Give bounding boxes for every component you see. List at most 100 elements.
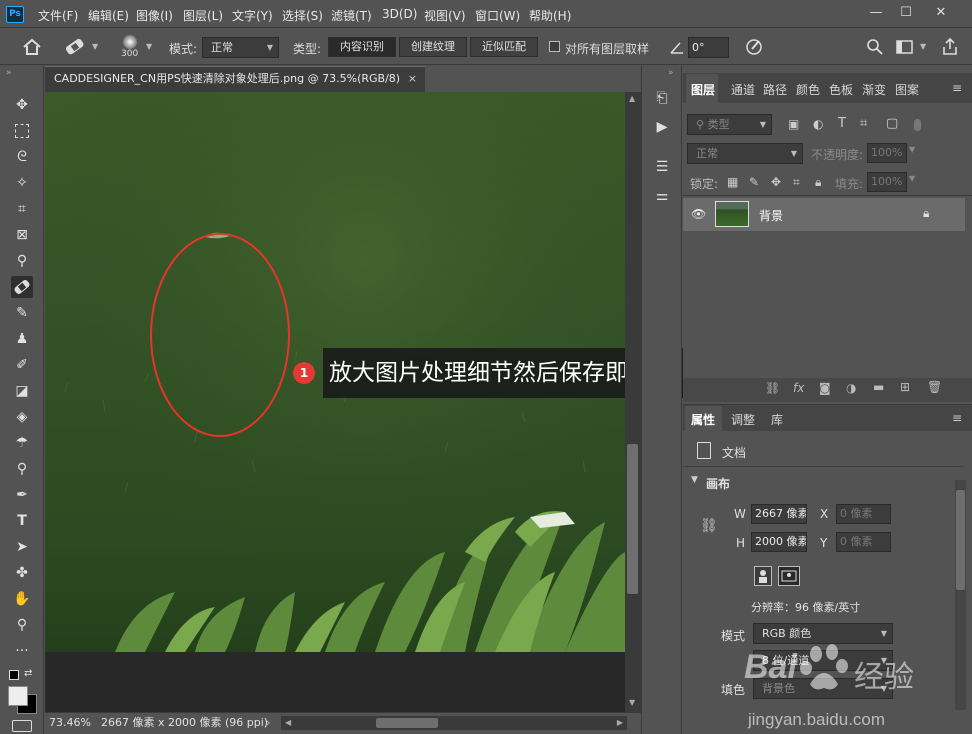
custom-shape-tool-icon[interactable]: ✤	[11, 562, 33, 584]
close-tab-icon[interactable]: ×	[408, 67, 417, 91]
new-group-icon[interactable]: ▬	[873, 380, 884, 394]
search-icon[interactable]	[866, 38, 884, 56]
type-proximity-match-button[interactable]: 近似匹配	[470, 37, 538, 57]
add-mask-icon[interactable]: ◙	[819, 381, 831, 395]
expand-panels-icon[interactable]: »	[668, 68, 674, 78]
panel-menu-icon[interactable]: ≡	[952, 81, 962, 95]
y-input[interactable]: 0 像素	[836, 532, 891, 552]
default-colors-icon[interactable]	[9, 670, 19, 680]
document-tab[interactable]: CADDESIGNER_CN用PS快速清除对象处理后.png @ 73.5%(R…	[45, 66, 425, 92]
new-layer-icon[interactable]: ⊞	[900, 380, 910, 394]
properties-scroll-thumb[interactable]	[956, 490, 965, 590]
lasso-tool-icon[interactable]: ᘓ	[11, 146, 33, 168]
tab-properties[interactable]: 属性	[691, 411, 715, 428]
delete-layer-icon[interactable]: 🗑︎	[927, 380, 942, 394]
menu-file[interactable]: 文件(F)	[38, 7, 78, 24]
filter-type-icon[interactable]: T	[838, 116, 846, 131]
scroll-up-icon[interactable]: ▲	[629, 94, 635, 103]
horizontal-scroll-thumb[interactable]	[376, 718, 438, 728]
link-dimensions-icon[interactable]: ⛓	[700, 518, 718, 534]
eraser-tool-icon[interactable]: ◪	[11, 380, 33, 402]
minimize-button[interactable]: —	[867, 4, 885, 22]
dodge-tool-icon[interactable]: ⚲	[11, 458, 33, 480]
filter-smartobject-icon[interactable]: ▢	[886, 116, 898, 131]
magic-wand-tool-icon[interactable]: ✧	[11, 172, 33, 194]
home-icon[interactable]	[21, 37, 43, 57]
tab-gradients[interactable]: 渐变	[862, 81, 886, 98]
fill-chevron-icon[interactable]: ▼	[909, 174, 915, 183]
lock-transparency-icon[interactable]: ▦	[727, 175, 738, 189]
fill-input[interactable]: 100%	[867, 172, 907, 192]
tab-adjustments[interactable]: 调整	[731, 411, 755, 428]
healing-brush-tool-icon[interactable]	[11, 276, 33, 298]
type-content-aware-button[interactable]: 内容识别	[328, 37, 396, 57]
status-info-arrow-icon[interactable]: ›	[266, 713, 270, 733]
menu-select[interactable]: 选择(S)	[282, 7, 323, 24]
layer-filter-select[interactable]: ⚲ 类型 ▼	[687, 114, 772, 135]
quick-mask-icon[interactable]	[12, 720, 32, 732]
vertical-scroll-thumb[interactable]	[627, 444, 638, 594]
angle-input[interactable]: 0°	[688, 37, 729, 58]
type-create-texture-button[interactable]: 创建纹理	[399, 37, 467, 57]
mode-select[interactable]: 正常 ▼	[202, 37, 279, 58]
share-icon[interactable]	[941, 37, 959, 57]
menu-edit[interactable]: 编辑(E)	[88, 7, 129, 24]
clone-stamp-tool-icon[interactable]: ♟	[11, 328, 33, 350]
tab-paths[interactable]: 路径	[763, 81, 787, 98]
canvas-horizontal-scrollbar[interactable]: ◀ ▶	[281, 716, 627, 730]
workspace-icon[interactable]	[896, 39, 914, 55]
filter-pixel-icon[interactable]: ▣	[788, 117, 799, 131]
filter-adjustment-icon[interactable]: ◐	[813, 117, 823, 131]
menu-image[interactable]: 图像(I)	[136, 7, 173, 24]
brush-tool-icon[interactable]: ✎	[11, 302, 33, 324]
sample-all-layers-checkbox[interactable]	[549, 41, 560, 52]
link-layers-icon[interactable]: ⛓	[765, 381, 780, 395]
landscape-orientation-icon[interactable]	[778, 566, 800, 586]
history-panel-icon[interactable]: ⎗	[652, 88, 672, 108]
lock-position-icon[interactable]: ✥	[771, 175, 781, 189]
opacity-input[interactable]: 100%	[867, 143, 907, 163]
healing-brush-tool-preset-icon[interactable]	[62, 35, 88, 59]
edit-toolbar-icon[interactable]: ···	[11, 640, 33, 662]
preset-chevron-down-icon[interactable]: ▼	[92, 42, 98, 51]
brush-picker[interactable]: 300	[118, 33, 142, 59]
lock-image-icon[interactable]: ✎	[749, 175, 759, 189]
close-window-button[interactable]: ✕	[932, 4, 950, 22]
foreground-color-swatch[interactable]	[8, 686, 28, 706]
scroll-down-icon[interactable]: ▼	[629, 698, 635, 707]
tab-color[interactable]: 颜色	[796, 81, 820, 98]
paint-bucket-tool-icon[interactable]: ◈	[11, 406, 33, 428]
tab-channels[interactable]: 通道	[731, 81, 755, 98]
pen-tool-icon[interactable]: ✒	[11, 484, 33, 506]
layer-style-fx-icon[interactable]: fx	[793, 381, 804, 395]
width-input[interactable]: 2667 像素	[751, 504, 807, 524]
lock-artboard-icon[interactable]: ⌗	[793, 175, 800, 190]
height-input[interactable]: 2000 像素	[751, 532, 807, 552]
maximize-button[interactable]: ☐	[897, 4, 915, 22]
brush-settings-icon[interactable]: ☰	[652, 157, 672, 177]
layer-row-background[interactable]: 👁︎ 背景 🔒︎	[683, 198, 965, 231]
eye-visibility-icon[interactable]: 👁︎	[691, 207, 706, 221]
type-tool-icon[interactable]: T	[11, 510, 33, 532]
color-mode-select[interactable]: RGB 颜色 ▼	[753, 623, 893, 644]
properties-menu-icon[interactable]: ≡	[952, 411, 962, 425]
zoom-level[interactable]: 73.46%	[49, 713, 91, 733]
menu-help[interactable]: 帮助(H)	[529, 7, 571, 24]
portrait-orientation-icon[interactable]	[754, 566, 772, 586]
history-brush-tool-icon[interactable]: ✐	[11, 354, 33, 376]
opacity-chevron-icon[interactable]: ▼	[909, 145, 915, 154]
tab-layers[interactable]: 图层	[691, 81, 715, 98]
workspace-chevron-down-icon[interactable]: ▼	[920, 42, 926, 51]
menu-layer[interactable]: 图层(L)	[183, 7, 223, 24]
menu-filter[interactable]: 滤镜(T)	[331, 7, 372, 24]
blur-tool-icon[interactable]: ☂	[11, 432, 33, 454]
menu-3d[interactable]: 3D(D)	[382, 7, 417, 21]
scroll-right-icon[interactable]: ▶	[617, 713, 623, 733]
scroll-left-icon[interactable]: ◀	[285, 713, 291, 733]
brush-chevron-down-icon[interactable]: ▼	[146, 42, 152, 51]
tab-swatches[interactable]: 色板	[829, 81, 853, 98]
collapse-toolbar-icon[interactable]: »	[6, 68, 12, 78]
filter-toggle[interactable]	[914, 119, 921, 131]
lock-all-icon[interactable]: 🔒︎	[815, 175, 821, 190]
eyedropper-tool-icon[interactable]: ⚲	[11, 250, 33, 272]
